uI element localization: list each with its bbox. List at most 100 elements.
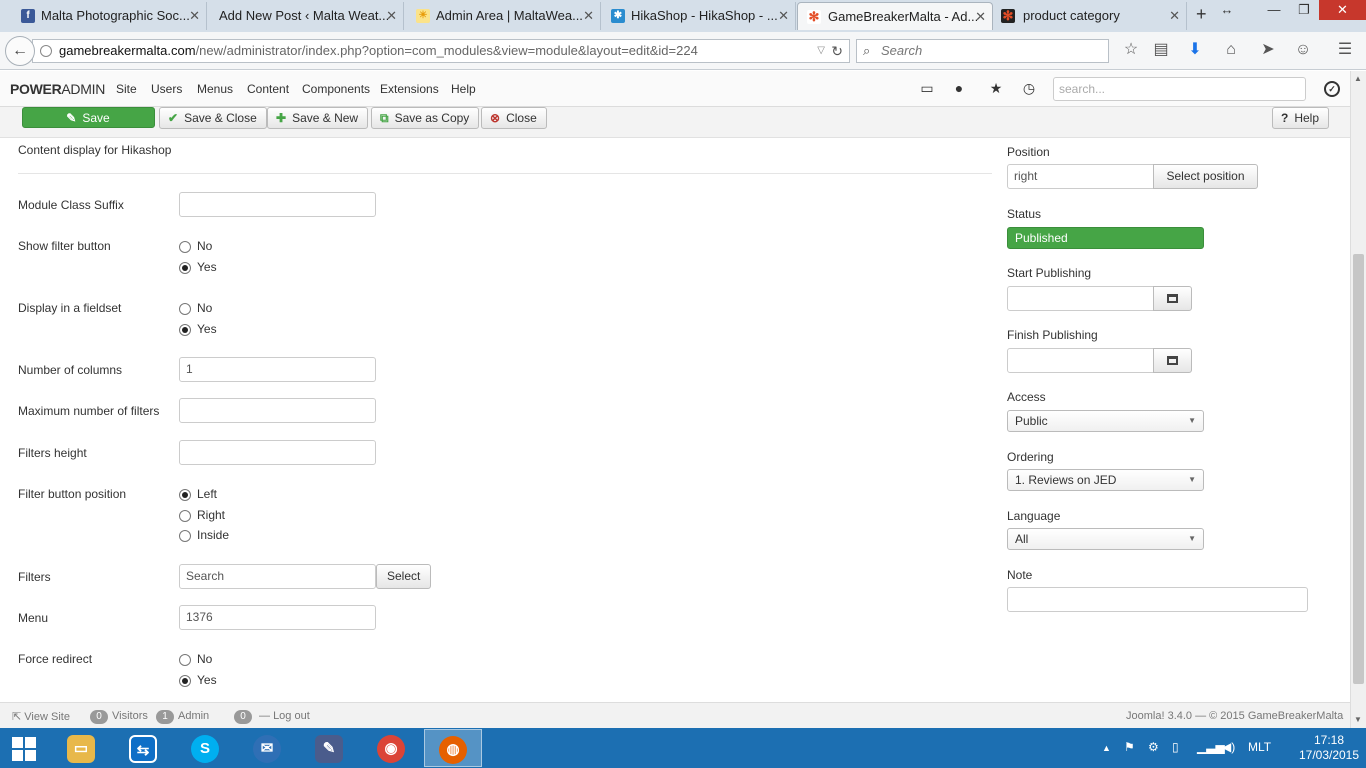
logout-link[interactable]: — Log out (259, 710, 310, 722)
select-position-button[interactable]: Select position (1153, 164, 1258, 189)
skype-icon[interactable]: S (178, 729, 232, 767)
language-select[interactable]: All ▼ (1007, 528, 1204, 550)
display-fieldset-no[interactable]: No (179, 300, 212, 316)
position-input[interactable]: right (1007, 164, 1154, 189)
ordering-select[interactable]: 1. Reviews on JED ▼ (1007, 469, 1204, 491)
network-icon[interactable]: ▁▃▅ (1197, 740, 1225, 754)
chrome-icon[interactable]: ◉ (364, 729, 418, 767)
browser-tab-malta-photographic[interactable]: f Malta Photographic Soc... ✕ (17, 2, 207, 30)
file-explorer-icon[interactable]: ▭ (54, 729, 108, 767)
browser-tab-admin-area[interactable]: ☀ Admin Area | MaltaWea... ✕ (406, 2, 601, 30)
access-select[interactable]: Public ▼ (1007, 410, 1204, 432)
filter-position-right[interactable]: Right (179, 507, 225, 523)
save-new-button[interactable]: ✚ Save & New (267, 107, 369, 129)
browser-tab-product-category[interactable]: ✻ product category ✕ (995, 2, 1187, 30)
teamviewer-icon[interactable]: ⇆ (116, 729, 170, 767)
menu-menus[interactable]: Menus (197, 82, 233, 96)
close-tab-icon[interactable]: ✕ (975, 3, 986, 30)
force-redirect-no[interactable]: No (179, 651, 212, 667)
maximize-icon[interactable]: ❐ (1292, 0, 1316, 22)
volume-icon[interactable]: ◀) (1222, 740, 1235, 754)
close-tab-icon[interactable]: ✕ (778, 2, 789, 30)
image-editor-icon[interactable]: ✎ (302, 729, 356, 767)
menu-help[interactable]: Help (451, 82, 476, 96)
user-icon[interactable]: ● (950, 80, 968, 96)
window-close-icon[interactable]: ✕ (1319, 0, 1366, 20)
menu-site[interactable]: Site (116, 82, 137, 96)
menu-users[interactable]: Users (151, 82, 182, 96)
close-tab-icon[interactable]: ✕ (189, 2, 200, 30)
close-tab-icon[interactable]: ✕ (583, 2, 594, 30)
send-icon[interactable]: ➤ (1257, 39, 1279, 61)
help-button[interactable]: ? Help (1272, 107, 1330, 129)
reload-icon[interactable]: ↻ (831, 40, 843, 62)
vertical-scrollbar[interactable]: ▲ ▼ (1350, 71, 1366, 728)
number-columns-input[interactable]: 1 (179, 357, 376, 382)
filters-height-input[interactable] (179, 440, 376, 465)
save-copy-button[interactable]: ⧉ Save as Copy (371, 107, 480, 129)
browser-tab-gamebreakermalta[interactable]: ✻ GameBreakerMalta - Ad... ✕ (797, 2, 993, 30)
star-icon[interactable]: ★ (987, 80, 1005, 97)
check-circle-icon[interactable]: ✓ (1324, 81, 1340, 97)
close-tab-icon[interactable]: ✕ (1169, 2, 1180, 30)
menu-input[interactable]: 1376 (179, 605, 376, 630)
scroll-thumb[interactable] (1353, 254, 1364, 684)
bookmark-star-icon[interactable]: ☆ (1120, 39, 1142, 61)
url-bar[interactable]: gamebreakermalta.com/new/administrator/i… (32, 39, 850, 63)
show-filter-button-yes[interactable]: Yes (179, 259, 217, 275)
scroll-up-icon[interactable]: ▲ (1354, 74, 1362, 83)
tray-expand-icon[interactable]: ▲ (1102, 743, 1111, 753)
url-dropdown-icon[interactable]: ▽ (817, 40, 825, 62)
filters-input[interactable]: Search (179, 564, 376, 589)
admin-status[interactable]: 1 Admin (156, 710, 209, 724)
minimize-icon[interactable]: — (1262, 0, 1286, 22)
close-button[interactable]: ⊗ Close (481, 107, 547, 129)
visitors-status[interactable]: 0 Visitors (90, 710, 148, 724)
admin-search-input[interactable]: search... (1053, 77, 1306, 101)
flag-icon[interactable]: ⚑ (1124, 740, 1135, 754)
monitor-icon[interactable]: ▭ (918, 80, 936, 97)
filter-position-left[interactable]: Left (179, 486, 217, 502)
scroll-down-icon[interactable]: ▼ (1354, 715, 1362, 724)
clock-icon[interactable]: ◷ (1020, 80, 1038, 97)
browser-tab-hikashop[interactable]: ✱ HikaShop - HikaShop - ... ✕ (603, 2, 796, 30)
view-site-link[interactable]: ⇱ View Site (12, 710, 70, 723)
display-fieldset-yes[interactable]: Yes (179, 321, 217, 337)
browser-tab-add-new-post[interactable]: Add New Post ‹ Malta Weat... ✕ (209, 2, 404, 30)
max-filters-input[interactable] (179, 398, 376, 423)
start-publishing-input[interactable] (1007, 286, 1154, 311)
force-redirect-yes[interactable]: Yes (179, 672, 217, 688)
menu-components[interactable]: Components (302, 82, 370, 96)
gear-icon[interactable]: ⚙ (1148, 740, 1159, 754)
browser-search-input[interactable]: ⌕ Search (856, 39, 1109, 63)
filters-select-button[interactable]: Select (376, 564, 432, 589)
save-close-button[interactable]: ✔ Save & Close (159, 107, 267, 129)
reading-list-icon[interactable]: ▤ (1150, 39, 1172, 61)
input-language[interactable]: MLT (1248, 740, 1271, 754)
brand-logo[interactable]: POWERADMIN (10, 81, 105, 97)
downloads-icon[interactable]: ⬇ (1184, 39, 1206, 61)
chat-icon[interactable]: ☺ (1292, 39, 1314, 61)
firefox-icon[interactable]: ◍ (424, 729, 482, 767)
save-button[interactable]: ✎ Save (22, 107, 155, 128)
back-button[interactable]: ← (5, 36, 35, 66)
messages-status[interactable]: 0 (234, 710, 256, 724)
finish-publishing-input[interactable] (1007, 348, 1154, 373)
new-tab-icon[interactable]: + (1196, 4, 1207, 25)
close-tab-icon[interactable]: ✕ (386, 2, 397, 30)
finish-calendar-button[interactable] (1153, 348, 1192, 373)
menu-content[interactable]: Content (247, 82, 289, 96)
show-filter-button-no[interactable]: No (179, 238, 212, 254)
status-select[interactable]: Published (1007, 227, 1204, 249)
hamburger-menu-icon[interactable]: ☰ (1334, 39, 1356, 61)
start-calendar-button[interactable] (1153, 286, 1192, 311)
thunderbird-icon[interactable]: ✉ (240, 729, 294, 767)
system-clock[interactable]: 17:18 17/03/2015 (1298, 733, 1360, 763)
home-icon[interactable]: ⌂ (1220, 39, 1242, 61)
power-icon[interactable]: ▯ (1172, 740, 1179, 754)
filter-position-inside[interactable]: Inside (179, 527, 229, 543)
windows-start-icon[interactable] (12, 737, 36, 761)
note-input[interactable] (1007, 587, 1308, 612)
module-class-suffix-input[interactable] (179, 192, 376, 217)
restore-arrows-icon[interactable]: ↔ (1220, 0, 1234, 22)
